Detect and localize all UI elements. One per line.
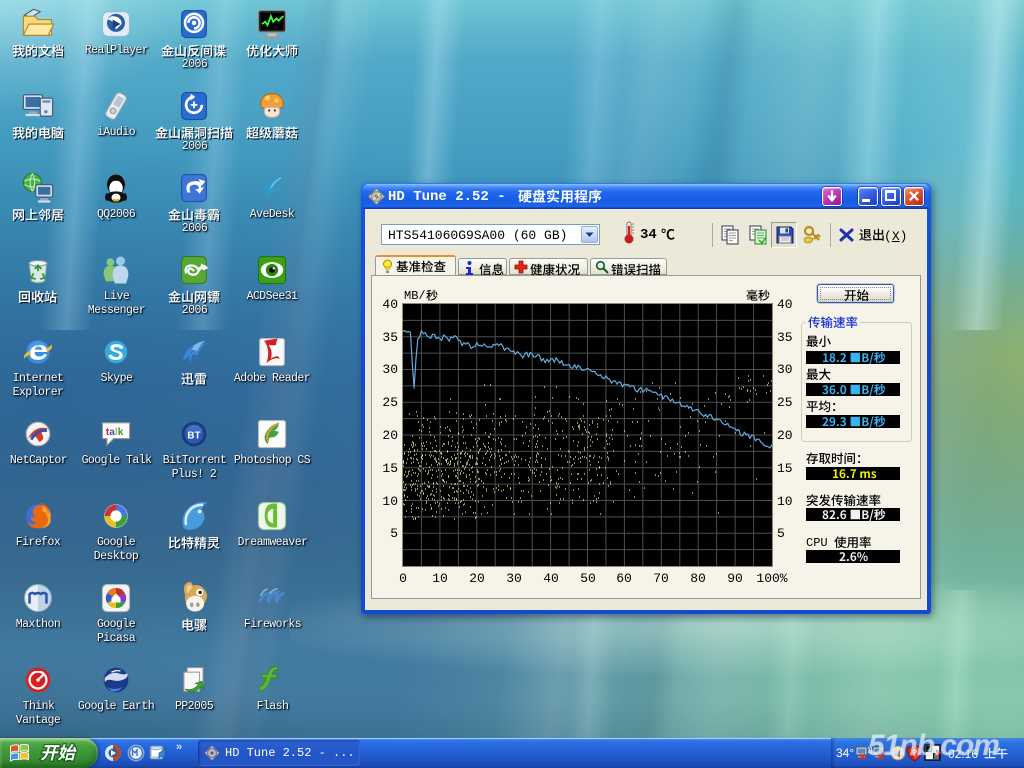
svg-text:BT: BT bbox=[187, 431, 201, 442]
svg-text:talk: talk bbox=[106, 427, 124, 438]
